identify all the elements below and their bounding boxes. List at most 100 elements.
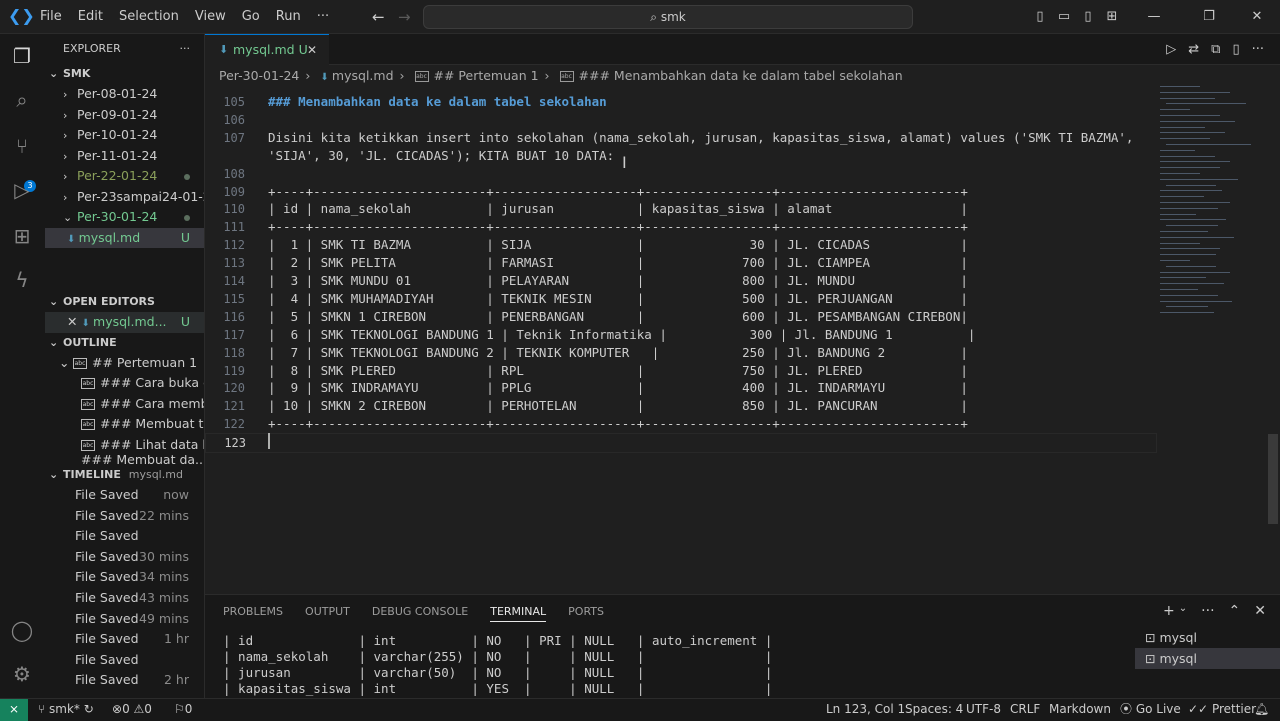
account-icon[interactable]: ◯ <box>10 618 34 642</box>
folder-per-11-01-24[interactable]: › Per-11-01-24 <box>45 146 204 167</box>
terminal-instance[interactable]: ⊡ mysql <box>1135 648 1280 669</box>
split-editor-icon[interactable]: ▯ <box>1232 42 1239 57</box>
restore-button[interactable]: ❐ <box>1184 9 1234 24</box>
tab-debug-console[interactable]: DEBUG CONSOLE <box>372 605 468 622</box>
minimap-line <box>1160 196 1204 198</box>
breadcrumb-file[interactable]: mysql.md <box>332 68 394 83</box>
open-editors-header[interactable]: ⌄ OPEN EDITORS <box>45 292 204 312</box>
extensions-icon[interactable]: ⊞ <box>10 224 34 248</box>
file-mysql-md[interactable]: ⬇ mysql.md U <box>45 227 204 248</box>
tab-mysql-md[interactable]: ⬇ mysql.md U ✕ <box>205 34 329 66</box>
breadcrumb-subheading[interactable]: ### Menambahkan data ke dalam tabel seko… <box>579 68 903 83</box>
tab-ports[interactable]: PORTS <box>568 605 604 622</box>
more-actions-icon[interactable]: ··· <box>180 34 191 64</box>
more-actions-icon[interactable]: ··· <box>1201 603 1214 619</box>
outline-item[interactable]: abc ### Cara membu... <box>45 394 204 415</box>
tab-terminal[interactable]: TERMINAL <box>490 605 547 622</box>
code-line[interactable]: 123 <box>205 433 1157 454</box>
breadcrumb-heading[interactable]: ## Pertemuan 1 <box>434 68 539 83</box>
language-mode[interactable]: Markdown <box>1049 699 1111 720</box>
menu-edit[interactable]: Edit <box>70 9 111 24</box>
more-actions-icon[interactable]: ··· <box>1252 42 1264 57</box>
editor-scrollbar[interactable] <box>1268 434 1278 524</box>
menu-go[interactable]: Go <box>234 9 268 24</box>
close-panel-icon[interactable]: ✕ <box>1254 603 1266 619</box>
tab-problems[interactable]: PROBLEMS <box>223 605 283 622</box>
maximize-panel-icon[interactable]: ⌃ <box>1229 603 1241 619</box>
timeline-entry[interactable]: File Saved 49 mins <box>45 609 204 630</box>
line-endings[interactable]: CRLF <box>1010 699 1040 720</box>
toggle-secondary-sidebar-icon[interactable]: ▯ <box>1076 9 1100 24</box>
breadcrumb-folder[interactable]: Per-30-01-24 <box>219 68 299 83</box>
problems-indicator[interactable]: ⊗0 ⚠0 <box>112 699 152 720</box>
timeline-entry[interactable]: File Saved 1 hr <box>45 629 204 650</box>
timeline-entry[interactable]: File Saved 22 mins <box>45 506 204 527</box>
prettier-button[interactable]: ✓✓ Prettier <box>1188 699 1256 720</box>
compare-icon[interactable]: ⇄ <box>1188 42 1199 57</box>
back-arrow-icon[interactable]: ← <box>372 8 385 26</box>
folder-per-22-01-24[interactable]: › Per-22-01-24 <box>45 166 204 187</box>
terminal-output[interactable]: | id | int | NO | PRI | NULL | auto_incr… <box>223 633 772 697</box>
timeline-entry[interactable]: File Saved <box>45 650 204 671</box>
menu-more[interactable]: ··· <box>309 9 337 24</box>
close-icon[interactable]: ✕ <box>307 35 317 65</box>
outline-item[interactable]: abc ### Lihat data bi... <box>45 435 204 456</box>
notifications-bell-icon[interactable]: 🔔︎ <box>1254 699 1269 720</box>
folder-per-09-01-24[interactable]: › Per-09-01-24 <box>45 105 204 126</box>
timeline-entry[interactable]: File Saved <box>45 526 204 547</box>
timeline-entry[interactable]: File Saved now <box>45 485 204 506</box>
terminal-instance[interactable]: ⊡ mysql <box>1135 627 1280 648</box>
menu-run[interactable]: Run <box>268 9 309 24</box>
workspace-root[interactable]: ⌄ SMK <box>45 64 204 84</box>
run-icon[interactable]: ▷ <box>1166 42 1176 57</box>
copilot-icon[interactable]: ϟ <box>10 268 34 292</box>
close-window-button[interactable]: ✕ <box>1234 9 1280 24</box>
encoding[interactable]: UTF-8 <box>966 699 1001 720</box>
timeline-header[interactable]: ⌄ TIMELINE mysql.md <box>45 465 204 485</box>
code-editor[interactable]: 105 ### Menambahkan data ke dalam tabel s… <box>205 85 1280 592</box>
folder-per-10-01-24[interactable]: › Per-10-01-24 <box>45 125 204 146</box>
menu-selection[interactable]: Selection <box>111 9 187 24</box>
outline-item[interactable]: ### Membuat da... <box>45 455 204 465</box>
folder-per-23sampai24-01-24[interactable]: › Per-23sampai24-01-24 <box>45 187 204 208</box>
remote-indicator-icon[interactable]: ⨯ <box>0 699 28 721</box>
forward-arrow-icon[interactable]: → <box>398 8 411 26</box>
outline-item[interactable]: abc ### Cara buka d... <box>45 373 204 394</box>
timeline-entry[interactable]: File Saved 43 mins <box>45 588 204 609</box>
new-terminal-icon[interactable]: + <box>1163 603 1175 619</box>
outline-header[interactable]: ⌄ OUTLINE <box>45 333 204 353</box>
chevron-down-icon: ⌄ <box>49 295 59 308</box>
indentation[interactable]: Spaces: 4 <box>905 699 963 720</box>
settings-gear-icon[interactable]: ⚙ <box>10 662 34 686</box>
run-debug-icon[interactable]: ▷ <box>10 178 34 202</box>
open-editor-mysql-md[interactable]: ✕ ⬇ mysql.md... U <box>45 312 204 333</box>
minimap[interactable] <box>1160 86 1260 326</box>
outline-item-pertemuan[interactable]: ⌄ abc ## Pertemuan 1 <box>45 353 204 374</box>
folder-per-30-01-24[interactable]: ⌄ Per-30-01-24 <box>45 207 204 228</box>
branch-indicator[interactable]: ⑂ smk* ↻ <box>38 699 94 720</box>
timeline-entry[interactable]: File Saved 34 mins <box>45 567 204 588</box>
explorer-files-icon[interactable]: ❐ <box>10 44 34 68</box>
toggle-sidebar-icon[interactable]: ▯ <box>1028 9 1052 24</box>
timeline-entry[interactable]: File Saved 2 hr <box>45 670 204 691</box>
go-live-button[interactable]: ⦿ Go Live <box>1120 699 1181 720</box>
open-preview-icon[interactable]: ⧉ <box>1211 42 1220 57</box>
timeline-entry[interactable]: File Saved 30 mins <box>45 547 204 568</box>
source-control-icon[interactable]: ⑂ <box>10 134 34 158</box>
menu-file[interactable]: File <box>32 9 70 24</box>
menu-view[interactable]: View <box>187 9 234 24</box>
close-icon[interactable]: ✕ <box>67 314 81 329</box>
ports-indicator[interactable]: ⚐0 <box>174 699 192 720</box>
minimize-button[interactable]: — <box>1124 9 1184 24</box>
search-icon[interactable]: ⌕ <box>10 88 34 112</box>
command-center-search[interactable]: ⌕ smk <box>423 5 913 29</box>
folder-per-08-01-24[interactable]: › Per-08-01-24 <box>45 84 204 105</box>
sync-icon[interactable]: ↻ <box>84 702 94 716</box>
toggle-panel-icon[interactable]: ▭ <box>1052 9 1076 24</box>
customize-layout-icon[interactable]: ⊞ <box>1100 9 1124 24</box>
cursor-position[interactable]: Ln 123, Col 1 <box>826 699 905 720</box>
tab-output[interactable]: OUTPUT <box>305 605 350 622</box>
chevron-down-icon[interactable]: ⌄ <box>1179 603 1187 619</box>
outline-item[interactable]: abc ### Membuat ta... <box>45 414 204 435</box>
line-number: 109 <box>223 184 245 199</box>
